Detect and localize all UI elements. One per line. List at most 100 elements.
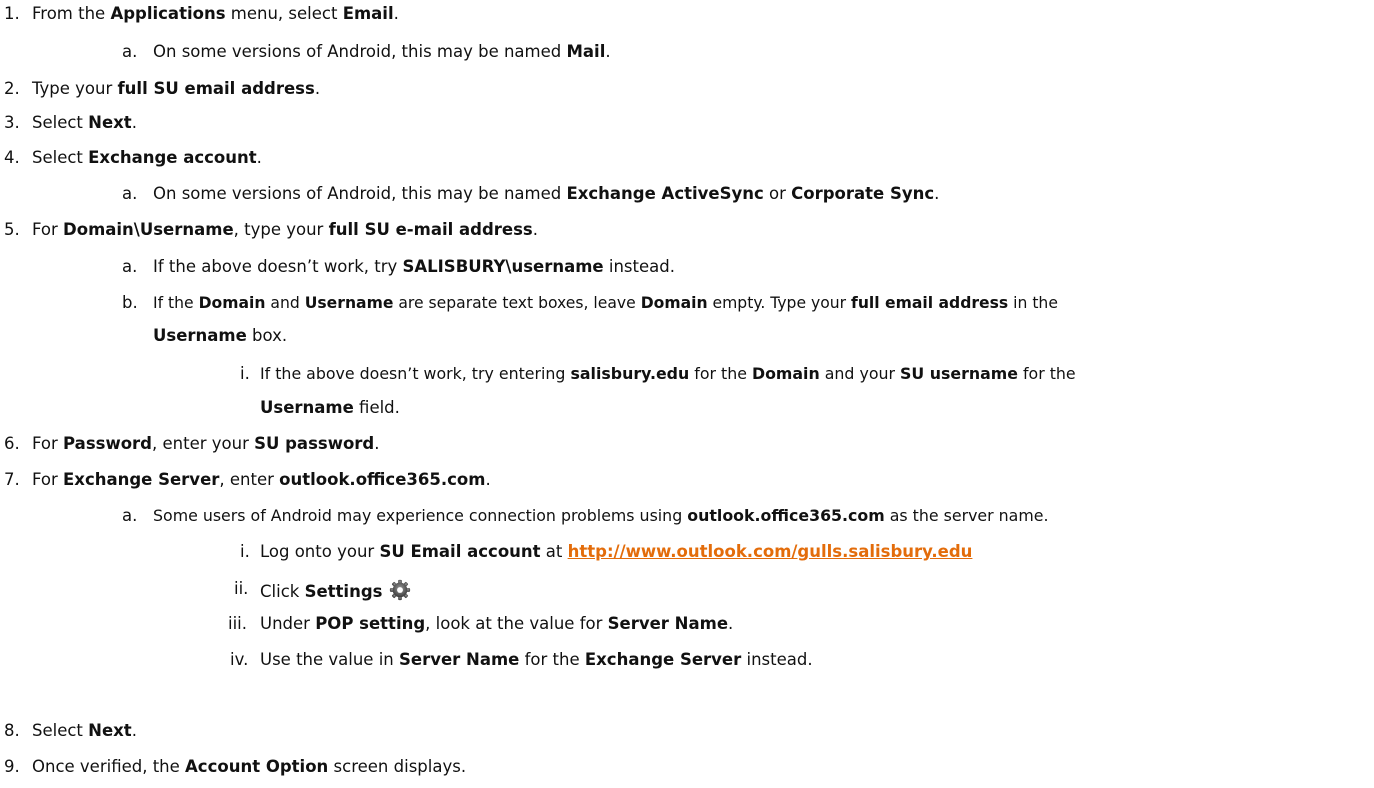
step-number: 9. [4, 757, 20, 776]
text-run: Once verified, the [32, 757, 186, 776]
bold-run: Account Option [185, 757, 329, 776]
step-text: If the above doesn’t work, try SALISBURY… [153, 257, 675, 277]
bold-run: Exchange ActiveSync [566, 184, 764, 203]
step-number: a. [122, 506, 138, 525]
bold-run: Username [304, 294, 394, 312]
bold-run: Domain [751, 364, 820, 383]
step-text: Use the value in Server Name for the Exc… [260, 650, 813, 670]
bold-run: Applications [110, 4, 226, 23]
text-run: If the [153, 294, 199, 312]
text-run: empty. Type your [707, 294, 852, 312]
text-run: box. [246, 326, 288, 345]
bold-run: full SU e-mail address [328, 220, 533, 239]
text-run: Click [260, 582, 305, 601]
step-number: b. [122, 293, 138, 312]
bold-run: Exchange Server [63, 470, 220, 489]
text-run: menu, select [225, 4, 343, 23]
step-text: Some users of Android may experience con… [153, 506, 1048, 526]
text-run: Select [32, 148, 89, 167]
step-number: ii. [234, 579, 249, 598]
text-run: . [485, 470, 491, 489]
bold-run: SU username [900, 364, 1018, 383]
text-run: Select [32, 113, 89, 132]
text-run: and your [819, 364, 901, 383]
bold-run: Email [342, 4, 394, 23]
step-number: iv. [230, 650, 249, 669]
text-run: , look at the value for [425, 614, 608, 633]
step-number: 7. [4, 470, 20, 489]
text-run: . [131, 721, 137, 740]
text-run: for the [689, 364, 752, 383]
step-number: i. [240, 364, 250, 383]
text-run: For [32, 434, 64, 453]
text-run: instead. [603, 257, 675, 276]
text-run: . [256, 148, 262, 167]
step-number: i. [240, 542, 250, 561]
step-number: a. [122, 184, 138, 203]
step-text: Under POP setting, look at the value for… [260, 614, 733, 634]
step-text: Type your full SU email address. [32, 79, 320, 99]
bold-run: SALISBURY\username [402, 257, 604, 276]
text-run: . [374, 434, 380, 453]
step-text: Log onto your SU Email account at http:/… [260, 542, 972, 562]
text-run: . [131, 113, 137, 132]
text-run: Log onto your [260, 542, 380, 561]
text-run: . [393, 4, 399, 23]
text-run: for the [1017, 364, 1076, 383]
text-run: If the above doesn’t work, try entering [260, 364, 571, 383]
text-run: , type your [233, 220, 329, 239]
bold-run: Domain [198, 294, 266, 312]
bold-run: Exchange account [88, 148, 257, 167]
text-run: . [728, 614, 734, 633]
step-text: If the Domain and Username are separate … [153, 293, 1058, 313]
step-number: 6. [4, 434, 20, 453]
text-run: Type your [32, 79, 118, 98]
bold-run: SU password [254, 434, 375, 453]
bold-run: Corporate Sync [791, 184, 935, 203]
step-number: 8. [4, 721, 20, 740]
step-number: iii. [228, 614, 247, 633]
text-run: at [540, 542, 568, 561]
gear-icon [389, 579, 411, 606]
step-text: Select Next. [32, 721, 137, 741]
step-number: 5. [4, 220, 20, 239]
text-run: On some versions of Android, this may be… [153, 42, 567, 61]
step-text: On some versions of Android, this may be… [153, 184, 939, 204]
text-run: , enter [219, 470, 280, 489]
bold-run: Domain [640, 294, 708, 312]
text-run: For [32, 470, 64, 489]
bold-run: Next [88, 721, 132, 740]
step-text: Username field. [260, 398, 400, 418]
text-run: From the [32, 4, 111, 23]
step-text: Select Exchange account. [32, 148, 262, 168]
step-text: Username box. [153, 326, 287, 346]
text-run: . [934, 184, 940, 203]
bold-run: Server Name [607, 614, 729, 633]
bold-run: Username [153, 326, 247, 345]
step-text: On some versions of Android, this may be… [153, 42, 611, 62]
text-run: and [265, 294, 305, 312]
bold-run: full email address [851, 294, 1009, 312]
text-run: , enter your [152, 434, 255, 453]
text-run: are separate text boxes, leave [393, 294, 641, 312]
step-text: If the above doesn’t work, try entering … [260, 364, 1076, 384]
text-run: as the server name. [884, 506, 1049, 525]
text-run: field. [353, 398, 400, 417]
step-number: 1. [4, 4, 20, 23]
step-text: Click Settings [260, 579, 412, 606]
bold-run: Settings [304, 582, 383, 601]
bold-run: Next [88, 113, 132, 132]
text-run: for the [519, 650, 585, 669]
step-number: a. [122, 257, 138, 276]
text-run: or [763, 184, 792, 203]
bold-run: Mail [566, 42, 606, 61]
text-run: screen displays. [328, 757, 467, 776]
text-run [382, 582, 387, 601]
instructions-document: 1. From the Applications menu, select Em… [0, 0, 1374, 788]
outlook-link[interactable]: http://www.outlook.com/gulls.salisbury.e… [568, 542, 973, 561]
bold-run: Exchange Server [584, 650, 742, 669]
step-text: Once verified, the Account Option screen… [32, 757, 466, 777]
bold-run: SU Email account [379, 542, 541, 561]
text-run: in the [1008, 294, 1058, 312]
step-text: For Password, enter your SU password. [32, 434, 379, 454]
